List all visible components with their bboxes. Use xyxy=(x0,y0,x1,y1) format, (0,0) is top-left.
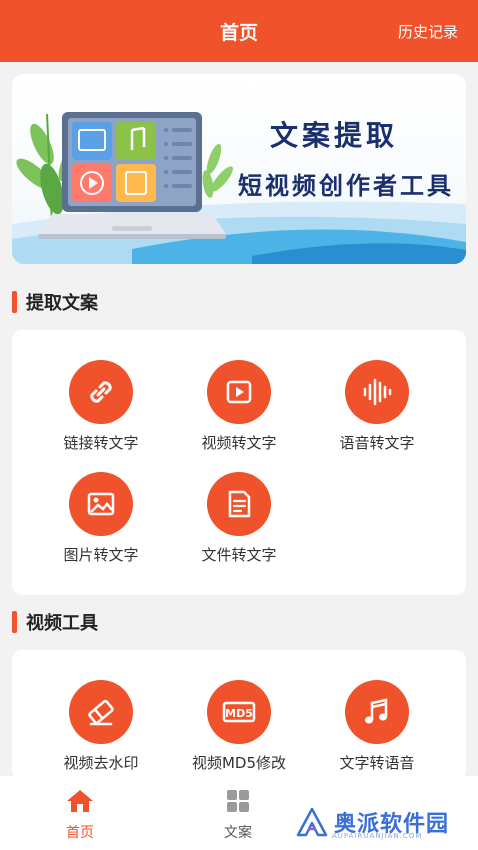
watermark-subtext: AUPAIRUANJIAN.COM xyxy=(332,832,423,840)
banner-title: 文案提取 xyxy=(270,119,399,152)
watermark: 奥派软件园 AUPAIRUANJIAN.COM xyxy=(296,806,449,840)
tool-label: 链接转文字 xyxy=(63,434,139,452)
link-icon xyxy=(90,381,112,403)
video-tools-card: 视频去水印 MD5 视频MD5修改 文字转语音 xyxy=(12,650,466,780)
tool-md5-modify[interactable]: MD5 视频MD5修改 xyxy=(164,680,314,773)
tool-label: 视频MD5修改 xyxy=(191,754,287,772)
top-bar: 首页 历史记录 xyxy=(0,0,478,62)
tool-voice-to-text[interactable]: 语音转文字 xyxy=(302,360,452,453)
tool-text-to-speech[interactable]: 文字转语音 xyxy=(302,680,452,773)
tool-file-to-text[interactable]: 文件转文字 xyxy=(164,472,314,565)
image-icon xyxy=(87,492,115,516)
tool-label: 文件转文字 xyxy=(201,546,277,564)
tab-copy[interactable]: 文案 xyxy=(198,788,278,842)
page-title: 首页 xyxy=(219,21,258,44)
section-title: 视频工具 xyxy=(26,613,98,634)
eraser-icon xyxy=(88,699,114,726)
section-accent-bar xyxy=(12,291,17,313)
watermark-logo-icon xyxy=(296,807,328,837)
tool-remove-watermark[interactable]: 视频去水印 xyxy=(26,680,176,773)
soundwave-icon xyxy=(363,378,392,406)
history-link[interactable]: 历史记录 xyxy=(398,21,458,42)
section-accent-bar xyxy=(12,611,17,633)
grid-icon xyxy=(227,790,249,812)
tool-label: 图片转文字 xyxy=(63,546,139,564)
tool-label: 视频转文字 xyxy=(201,434,277,452)
music-note-icon xyxy=(365,698,388,724)
tab-label: 文案 xyxy=(224,825,252,841)
document-icon xyxy=(228,490,251,518)
banner[interactable]: 文案提取 短视频创作者工具 xyxy=(12,74,466,264)
banner-subtitle: 短视频创作者工具 xyxy=(238,171,454,200)
section-title: 提取文案 xyxy=(26,293,98,314)
tool-video-to-text[interactable]: 视频转文字 xyxy=(164,360,314,453)
tool-label: 视频去水印 xyxy=(63,754,139,772)
tool-label: 文字转语音 xyxy=(339,754,415,772)
tab-home[interactable]: 首页 xyxy=(40,788,120,842)
tool-label: 语音转文字 xyxy=(339,434,415,452)
md5-icon: MD5 xyxy=(222,701,256,723)
video-play-icon xyxy=(226,380,252,404)
home-icon xyxy=(67,790,93,812)
section-header-video: 视频工具 xyxy=(12,608,98,636)
extract-tools-card: 链接转文字 视频转文字 语音转文字 图片转文字 文件转文字 xyxy=(12,330,466,595)
tab-label: 首页 xyxy=(66,825,94,841)
tool-link-to-text[interactable]: 链接转文字 xyxy=(26,360,176,453)
section-header-extract: 提取文案 xyxy=(12,288,98,316)
svg-text:MD5: MD5 xyxy=(225,707,253,720)
tool-image-to-text[interactable]: 图片转文字 xyxy=(26,472,176,565)
